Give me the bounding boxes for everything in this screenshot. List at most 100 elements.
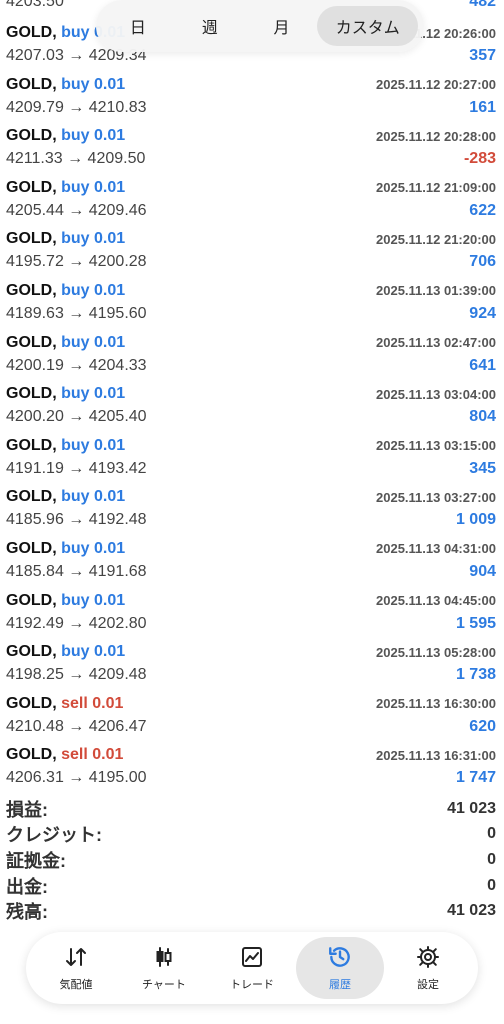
trade-row[interactable]: GOLD, sell 0.01 2025.11.13 16:31:00 4206.3… [0, 740, 504, 792]
tab-day[interactable]: 日 [102, 6, 174, 46]
trade-header: GOLD, sell 0.01 2025.11.13 16:30:00 [6, 693, 496, 715]
trade-side: buy 0.01 [61, 643, 126, 661]
trade-profit: 1 738 [455, 666, 496, 684]
nav-quotes[interactable]: 気配値 [32, 937, 120, 999]
trade-time: 2025.11.13 03:27:00 [376, 489, 496, 505]
trade-row[interactable]: GOLD, buy 0.01 2025.11.12 21:09:00 4205.44… [0, 173, 504, 225]
trade-prices: 4192.49 → 4202.80 [6, 614, 147, 632]
trade-icon [239, 944, 265, 970]
trade-title: GOLD, sell 0.01 [6, 695, 123, 713]
trade-row[interactable]: GOLD, buy 0.01 2025.11.13 03:27:00 4185.96… [0, 482, 504, 534]
trade-row[interactable]: GOLD, buy 0.01 2025.11.13 05:28:00 4198.25… [0, 637, 504, 689]
trade-header: GOLD, buy 0.01 2025.11.13 05:28:00 [6, 641, 496, 663]
nav-label: 気配値 [59, 979, 93, 991]
nav-settings[interactable]: 設定 [384, 937, 472, 999]
trade-row[interactable]: GOLD, buy 0.01 2025.11.13 01:39:00 4189.63… [0, 276, 504, 328]
tab-month[interactable]: 月 [246, 6, 318, 46]
trade-row[interactable]: GOLD, buy 0.01 2025.11.12 20:27:00 4209.79… [0, 70, 504, 122]
trade-title: GOLD, buy 0.01 [6, 540, 125, 558]
trade-profit: 620 [469, 717, 496, 735]
trade-detail: 4209.79 → 4210.83 161 [6, 97, 496, 119]
trade-side: buy 0.01 [61, 230, 126, 248]
trade-prices: 4210.48 → 4206.47 [6, 717, 147, 735]
summary-value: 41 023 [447, 902, 496, 920]
trade-prices: 4195.72 → 4200.28 [6, 253, 147, 271]
trade-row[interactable]: GOLD, buy 0.01 2025.11.13 04:45:00 4192.49… [0, 586, 504, 638]
trade-profit: 904 [469, 562, 496, 580]
bottom-navigation: 気配値 チャート トレード 履歴 設定 [26, 932, 478, 1004]
trade-time: 2025.11.13 05:28:00 [376, 644, 496, 660]
trade-symbol: GOLD, [6, 746, 57, 764]
tab-custom[interactable]: カスタム [317, 6, 418, 46]
trade-row[interactable]: GOLD, buy 0.01 2025.11.13 03:15:00 4191.19… [0, 431, 504, 483]
nav-trade[interactable]: トレード [208, 937, 296, 999]
trade-symbol: GOLD, [6, 385, 57, 403]
tab-week[interactable]: 週 [174, 6, 246, 46]
trade-symbol: GOLD, [6, 436, 57, 454]
trade-detail: 4185.84 → 4191.68 904 [6, 561, 496, 583]
quotes-icon [63, 944, 89, 970]
trade-side: sell 0.01 [61, 694, 124, 712]
nav-chart[interactable]: チャート [120, 937, 208, 999]
trade-detail: 4205.44 → 4209.46 622 [6, 200, 496, 222]
trade-symbol: GOLD, [6, 127, 57, 145]
summary-row: 出金: 0 [0, 873, 504, 899]
trade-time: 2025.11.12 20:28:00 [376, 128, 496, 144]
trade-time: 2025.11.13 03:04:00 [376, 386, 496, 402]
trade-symbol: GOLD, [6, 694, 57, 712]
history-icon [327, 944, 353, 970]
nav-label: 履歴 [329, 979, 351, 991]
summary-label: 残高: [6, 902, 48, 923]
trade-profit: 1 009 [455, 511, 496, 529]
trade-title: GOLD, buy 0.01 [6, 179, 125, 197]
trade-row[interactable]: GOLD, buy 0.01 2025.11.13 03:04:00 4200.20… [0, 379, 504, 431]
trade-symbol: GOLD, [6, 24, 57, 41]
trade-title: GOLD, buy 0.01 [6, 282, 125, 300]
nav-label: チャート [142, 979, 186, 991]
trade-time: 2025.11.13 01:39:00 [376, 283, 496, 299]
chart-icon [151, 944, 177, 970]
trade-title: GOLD, buy 0.01 [6, 592, 125, 610]
trade-profit: 357 [469, 47, 496, 64]
trade-prices: 4205.44 → 4209.46 [6, 201, 147, 219]
trade-prices: 4189.63 → 4195.60 [6, 304, 147, 322]
trade-prices: 4203.50 [6, 0, 64, 10]
trade-header: GOLD, buy 0.01 2025.11.13 04:31:00 [6, 538, 496, 560]
trade-side: buy 0.01 [61, 539, 126, 557]
trade-row[interactable]: GOLD, buy 0.01 2025.11.13 04:31:00 4185.84… [0, 534, 504, 586]
trade-symbol: GOLD, [6, 333, 57, 351]
trade-detail: 4192.49 → 4202.80 1 595 [6, 613, 496, 635]
trade-detail: 4191.19 → 4193.42 345 [6, 458, 496, 480]
trade-profit: 622 [469, 201, 496, 219]
trade-header: GOLD, buy 0.01 2025.11.13 04:45:00 [6, 590, 496, 612]
trade-time: 2025.11.13 04:31:00 [376, 541, 496, 557]
trade-side: buy 0.01 [61, 127, 126, 145]
trade-history-list: 4203.50 482 GOLD, buy 0.01 2025.11.12 20:… [0, 0, 504, 792]
trade-title: GOLD, buy 0.01 [6, 437, 125, 455]
trade-symbol: GOLD, [6, 539, 57, 557]
trade-detail: 4200.20 → 4205.40 804 [6, 406, 496, 428]
nav-history[interactable]: 履歴 [296, 937, 384, 999]
trade-title: GOLD, buy 0.01 [6, 127, 125, 145]
trade-detail: 4206.31 → 4195.00 1 747 [6, 767, 496, 789]
trade-title: GOLD, buy 0.01 [6, 76, 125, 94]
trade-symbol: GOLD, [6, 643, 57, 661]
summary-value: 0 [487, 850, 496, 868]
trade-prices: 4185.84 → 4191.68 [6, 562, 147, 580]
trade-symbol: GOLD, [6, 488, 57, 506]
summary-value: 0 [487, 825, 496, 843]
trade-symbol: GOLD, [6, 591, 57, 609]
trade-title: GOLD, buy 0.01 [6, 385, 125, 403]
trade-row[interactable]: GOLD, buy 0.01 2025.11.12 20:28:00 4211.33… [0, 121, 504, 173]
trade-symbol: GOLD, [6, 178, 57, 196]
trade-prices: 4200.19 → 4204.33 [6, 356, 147, 374]
trade-side: buy 0.01 [61, 75, 126, 93]
trade-time: 2025.11.12 20:27:00 [376, 77, 496, 93]
trade-header: GOLD, buy 0.01 2025.11.12 20:28:00 [6, 125, 496, 147]
trade-row[interactable]: GOLD, buy 0.01 2025.11.13 02:47:00 4200.19… [0, 328, 504, 380]
trade-side: buy 0.01 [61, 385, 126, 403]
trade-row[interactable]: GOLD, buy 0.01 2025.11.12 21:20:00 4195.72… [0, 224, 504, 276]
trade-header: GOLD, buy 0.01 2025.11.13 02:47:00 [6, 332, 496, 354]
trade-row[interactable]: GOLD, sell 0.01 2025.11.13 16:30:00 4210.4… [0, 689, 504, 741]
trade-header: GOLD, sell 0.01 2025.11.13 16:31:00 [6, 744, 496, 766]
